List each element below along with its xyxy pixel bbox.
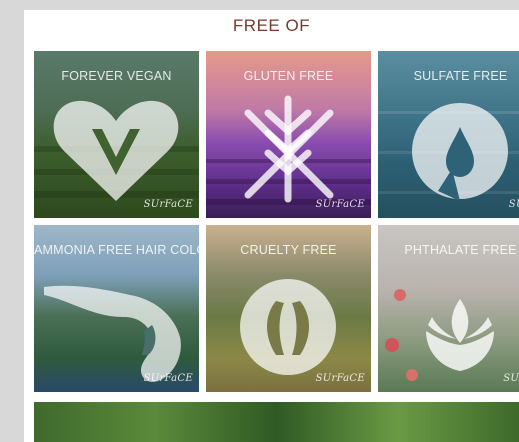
tile-gluten-free: GLUTEN FREE SUrFaCE [206, 51, 371, 218]
brand-watermark: SUrFaCE [315, 199, 365, 210]
tile-forever-vegan: FOREVER VEGAN SUrFaCE [34, 51, 199, 218]
brand-watermark: SUrF [508, 199, 519, 210]
section-heading: FREE OF [232, 16, 311, 35]
tile-title: AMMONIA FREE HAIR COLOR [34, 243, 199, 257]
brand-watermark: SUrFa [503, 373, 519, 384]
tile-title: SULFATE FREE [413, 69, 508, 83]
tile-cruelty-free: CRUELTY FREE SUrFaCE [206, 225, 371, 392]
tile-title: GLUTEN FREE [243, 69, 334, 83]
tile-phthalate-free: PHTHALATE FREE SUrFa [378, 225, 519, 392]
tile-ammonia-free-hair-color: AMMONIA FREE HAIR COLOR SUrFaCE [34, 225, 199, 392]
brand-watermark: SUrFaCE [143, 373, 193, 384]
tile-title: FOREVER VEGAN [61, 69, 172, 83]
tile-title: PHTHALATE FREE [404, 243, 517, 257]
foliage-banner-image [34, 402, 519, 442]
free-of-panel: FREE OF FOREVER VEGAN SUrFaCE GLUTEN FRE… [24, 10, 519, 442]
tile-sulfate-free: SULFATE FREE SUrF [378, 51, 519, 218]
tile-title: CRUELTY FREE [240, 243, 337, 257]
brand-watermark: SUrFaCE [143, 199, 193, 210]
brand-watermark: SUrFaCE [315, 373, 365, 384]
